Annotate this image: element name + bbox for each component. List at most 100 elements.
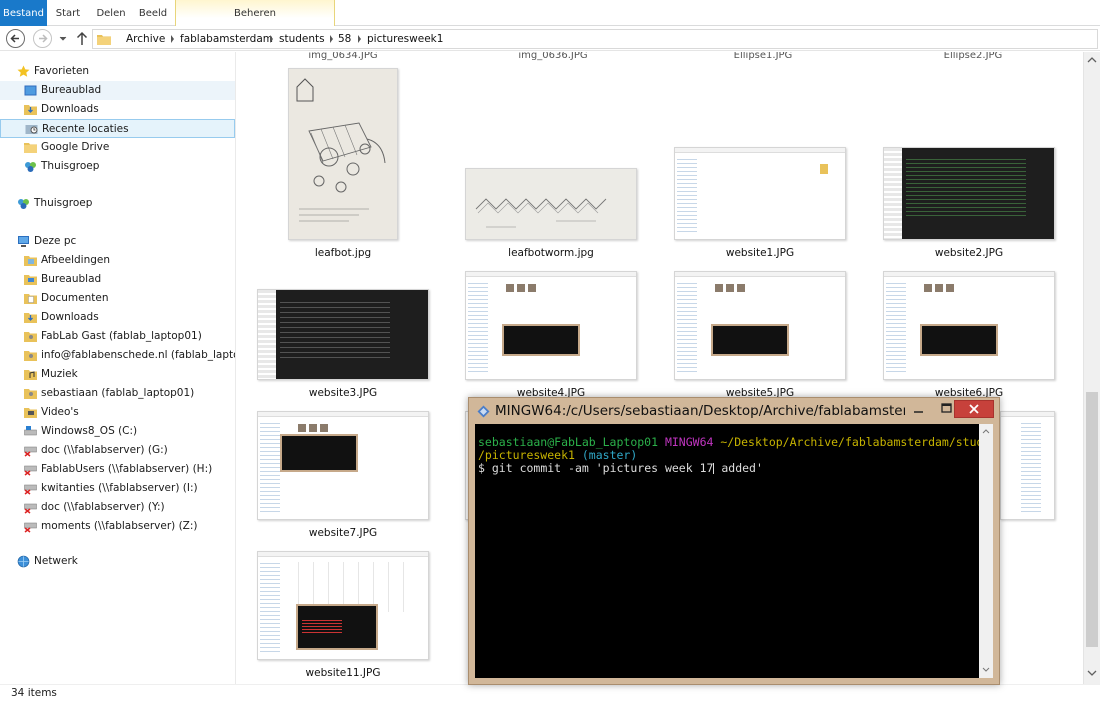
chevron-up-icon[interactable]: [1087, 56, 1097, 64]
address-bar[interactable]: Archive fablabamsterdam students 58 pict…: [92, 29, 1098, 49]
forward-button[interactable]: [33, 29, 52, 48]
file-label-partial[interactable]: img_0636.JPG: [488, 52, 618, 61]
terminal-title-bar[interactable]: MINGW64:/c/Users/sebastiaan/Desktop/Arch…: [469, 398, 999, 424]
file-name[interactable]: website11.JPG: [253, 667, 433, 679]
nav-label: doc (\\fablabserver) (G:): [41, 444, 168, 456]
breadcrumb-picturesweek1[interactable]: picturesweek1: [367, 30, 443, 48]
screenshot-image: [258, 552, 428, 659]
nav-item-fablab-gast[interactable]: FabLab Gast (fablab_laptop01): [0, 327, 235, 346]
file-thumb-website11[interactable]: [257, 551, 429, 660]
mingw64-terminal-window[interactable]: MINGW64:/c/Users/sebastiaan/Desktop/Arch…: [468, 397, 1000, 685]
chevron-right-icon[interactable]: [269, 35, 274, 43]
nav-item-downloads[interactable]: Downloads: [0, 100, 235, 119]
nav-item-info-fablabenschede[interactable]: info@fablabenschede.nl (fablab_laptop01: [0, 346, 235, 365]
nav-favorieten[interactable]: Favorieten: [0, 62, 235, 81]
nav-thuisgroep[interactable]: Thuisgroep: [0, 194, 235, 213]
terminal-title: MINGW64:/c/Users/sebastiaan/Desktop/Arch…: [495, 403, 905, 419]
nav-netwerk[interactable]: Netwerk: [0, 552, 235, 571]
nav-label: Google Drive: [41, 141, 110, 153]
nav-deze-pc[interactable]: Deze pc: [0, 232, 235, 251]
prompt-user-host: sebastiaan@FabLab_Laptop01: [478, 435, 659, 449]
arrow-up-icon[interactable]: [74, 30, 90, 47]
file-label-partial[interactable]: img_0634.JPG: [278, 52, 408, 61]
tab-bestand[interactable]: Bestand: [0, 0, 47, 26]
close-button[interactable]: [954, 400, 994, 418]
nav-item-afbeeldingen[interactable]: Afbeeldingen: [0, 251, 235, 270]
file-name[interactable]: website1.JPG: [670, 247, 850, 259]
file-thumb-website1[interactable]: [674, 147, 846, 240]
file-thumb-leafbot[interactable]: [288, 68, 398, 240]
nav-label: moments (\\fablabserver) (Z:): [41, 520, 198, 532]
nav-item-moments-z[interactable]: moments (\\fablabserver) (Z:): [0, 517, 235, 536]
back-button[interactable]: [6, 29, 25, 48]
nav-item-sebastiaan[interactable]: sebastiaan (fablab_laptop01): [0, 384, 235, 403]
file-thumb-website3[interactable]: [257, 289, 429, 380]
nav-label: doc (\\fablabserver) (Y:): [41, 501, 165, 513]
file-name[interactable]: leafbotworm.jpg: [461, 247, 641, 259]
file-name[interactable]: website7.JPG: [253, 527, 433, 539]
nav-item-downloads-pc[interactable]: Downloads: [0, 308, 235, 327]
nav-label: Thuisgroep: [41, 160, 100, 172]
screenshot-image: [675, 148, 845, 239]
terminal-scrollbar[interactable]: [979, 424, 993, 678]
file-thumb-website8[interactable]: [1000, 411, 1055, 520]
nav-item-doc-g[interactable]: doc (\\fablabserver) (G:): [0, 441, 235, 460]
file-label-partial[interactable]: Ellipse1.JPG: [698, 52, 828, 61]
recent-places-icon: [25, 125, 38, 134]
nav-item-bureaublad-pc[interactable]: Bureaublad: [0, 270, 235, 289]
nav-item-videos[interactable]: Video's: [0, 403, 235, 422]
tab-delen[interactable]: Delen: [90, 0, 132, 26]
nav-label: Recente locaties: [42, 123, 129, 135]
documents-folder-icon: [24, 294, 37, 304]
item-count: 34 items: [11, 687, 57, 699]
file-thumb-leafbotworm[interactable]: [465, 168, 637, 240]
code-editor-image: [884, 148, 1054, 239]
file-thumb-website5[interactable]: [674, 271, 846, 380]
arrow-right-icon: [39, 34, 48, 43]
nav-item-doc-y[interactable]: doc (\\fablabserver) (Y:): [0, 498, 235, 517]
file-thumb-website4[interactable]: [465, 271, 637, 380]
file-thumb-website7[interactable]: [257, 411, 429, 520]
tab-start[interactable]: Start: [50, 0, 86, 26]
chevron-down-icon[interactable]: [58, 32, 68, 44]
chevron-down-icon[interactable]: [982, 667, 990, 673]
breadcrumb-students[interactable]: students: [279, 30, 325, 48]
homegroup-icon: [25, 162, 36, 172]
nav-item-bureaublad[interactable]: Bureaublad: [0, 81, 235, 100]
file-thumb-website6[interactable]: [883, 271, 1055, 380]
chevron-right-icon[interactable]: [329, 35, 334, 43]
ribbon: Bestand Start Delen Beeld Beheren: [0, 0, 1100, 26]
minimize-icon[interactable]: [904, 400, 932, 418]
network-drive-disconnected-icon: [24, 522, 37, 533]
network-drive-disconnected-icon: [24, 484, 37, 495]
nav-item-recente-locaties[interactable]: Recente locaties: [0, 119, 235, 138]
nav-label: Video's: [41, 406, 79, 418]
file-name[interactable]: website3.JPG: [253, 387, 433, 399]
file-name[interactable]: website2.JPG: [879, 247, 1059, 259]
user-folder-icon: [24, 389, 37, 399]
desktop-folder-icon: [24, 275, 37, 285]
nav-item-fablabusers-h[interactable]: FablabUsers (\\fablabserver) (H:): [0, 460, 235, 479]
vertical-scrollbar[interactable]: [1083, 52, 1100, 684]
file-label-partial[interactable]: Ellipse2.JPG: [908, 52, 1038, 61]
file-name[interactable]: leafbot.jpg: [253, 247, 433, 259]
nav-item-muziek[interactable]: Muziek: [0, 365, 235, 384]
breadcrumb-fablabamsterdam[interactable]: fablabamsterdam: [180, 30, 273, 48]
nav-item-documenten[interactable]: Documenten: [0, 289, 235, 308]
nav-item-google-drive[interactable]: Google Drive: [0, 138, 235, 157]
breadcrumb-58[interactable]: 58: [338, 30, 351, 48]
chevron-right-icon[interactable]: [170, 35, 175, 43]
chevron-up-icon[interactable]: [982, 428, 990, 434]
nav-label: info@fablabenschede.nl (fablab_laptop01: [41, 349, 235, 361]
nav-item-windows8-os[interactable]: Windows8_OS (C:): [0, 422, 235, 441]
breadcrumb-archive[interactable]: Archive: [126, 30, 165, 48]
chevron-right-icon[interactable]: [357, 35, 362, 43]
tab-beheren[interactable]: Beheren: [175, 0, 335, 26]
nav-item-thuisgroep-fav[interactable]: Thuisgroep: [0, 157, 235, 176]
terminal-output[interactable]: sebastiaan@FabLab_Laptop01 MINGW64 ~/Des…: [475, 424, 979, 678]
tab-beeld[interactable]: Beeld: [134, 0, 172, 26]
nav-item-kwitanties-i[interactable]: kwitanties (\\fablabserver) (I:): [0, 479, 235, 498]
file-thumb-website2[interactable]: [883, 147, 1055, 240]
scroll-thumb[interactable]: [1086, 392, 1098, 647]
chevron-down-icon[interactable]: [1087, 669, 1097, 677]
